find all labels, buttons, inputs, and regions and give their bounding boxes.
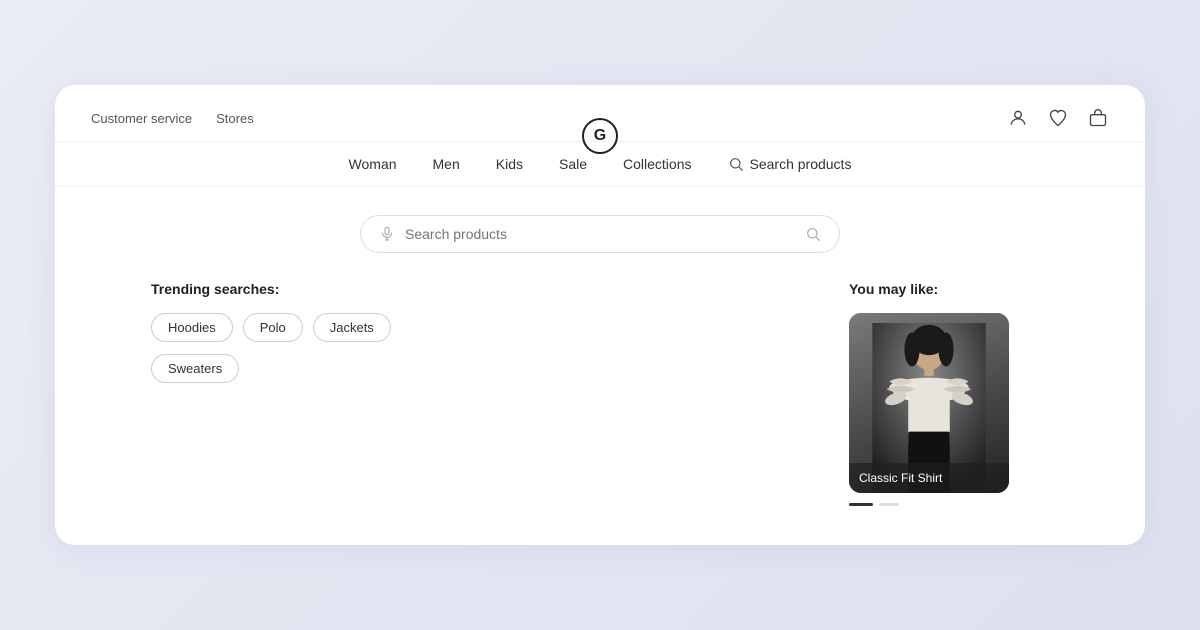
nav-woman[interactable]: Woman [349, 156, 397, 172]
nav-search-label: Search products [750, 156, 852, 172]
nav-kids[interactable]: Kids [496, 156, 523, 172]
trending-section: Trending searches: Hoodies Polo Jackets … [151, 281, 809, 506]
nav-collections[interactable]: Collections [623, 156, 691, 172]
top-bar-left: Customer service Stores [91, 111, 254, 126]
dots-row [849, 503, 1049, 506]
customer-service-link[interactable]: Customer service [91, 111, 192, 126]
product-label: Classic Fit Shirt [849, 463, 1009, 493]
main-card: Customer service Stores G [55, 85, 1145, 545]
heart-icon[interactable] [1047, 107, 1069, 129]
logo[interactable]: G [582, 118, 618, 154]
search-input[interactable] [405, 226, 795, 242]
search-submit-icon[interactable] [805, 226, 821, 242]
tag-jackets[interactable]: Jackets [313, 313, 391, 342]
nav-sale[interactable]: Sale [559, 156, 587, 172]
page-wrapper: Customer service Stores G [0, 0, 1200, 630]
bag-icon[interactable] [1087, 107, 1109, 129]
search-content: Trending searches: Hoodies Polo Jackets … [91, 281, 1109, 506]
dot-active[interactable] [849, 503, 873, 506]
logo-letter: G [594, 127, 606, 145]
tag-polo[interactable]: Polo [243, 313, 303, 342]
you-may-like-section: You may like: [849, 281, 1049, 506]
tags-row-1: Hoodies Polo Jackets [151, 313, 809, 342]
dot-inactive[interactable] [879, 503, 899, 506]
top-bar: Customer service Stores G [55, 85, 1145, 142]
search-area: Trending searches: Hoodies Polo Jackets … [55, 187, 1145, 538]
tag-sweaters[interactable]: Sweaters [151, 354, 239, 383]
nav-search-icon [728, 156, 744, 172]
tag-hoodies[interactable]: Hoodies [151, 313, 233, 342]
top-bar-right [1007, 107, 1109, 129]
mic-icon[interactable] [379, 226, 395, 242]
stores-link[interactable]: Stores [216, 111, 254, 126]
search-box-wrapper [360, 215, 840, 253]
logo-circle: G [582, 118, 618, 154]
product-card[interactable]: Classic Fit Shirt [849, 313, 1009, 493]
tags-row-2: Sweaters [151, 354, 809, 383]
nav-search[interactable]: Search products [728, 156, 852, 172]
you-may-like-title: You may like: [849, 281, 1049, 297]
user-icon[interactable] [1007, 107, 1029, 129]
nav-men[interactable]: Men [433, 156, 460, 172]
trending-title: Trending searches: [151, 281, 809, 297]
